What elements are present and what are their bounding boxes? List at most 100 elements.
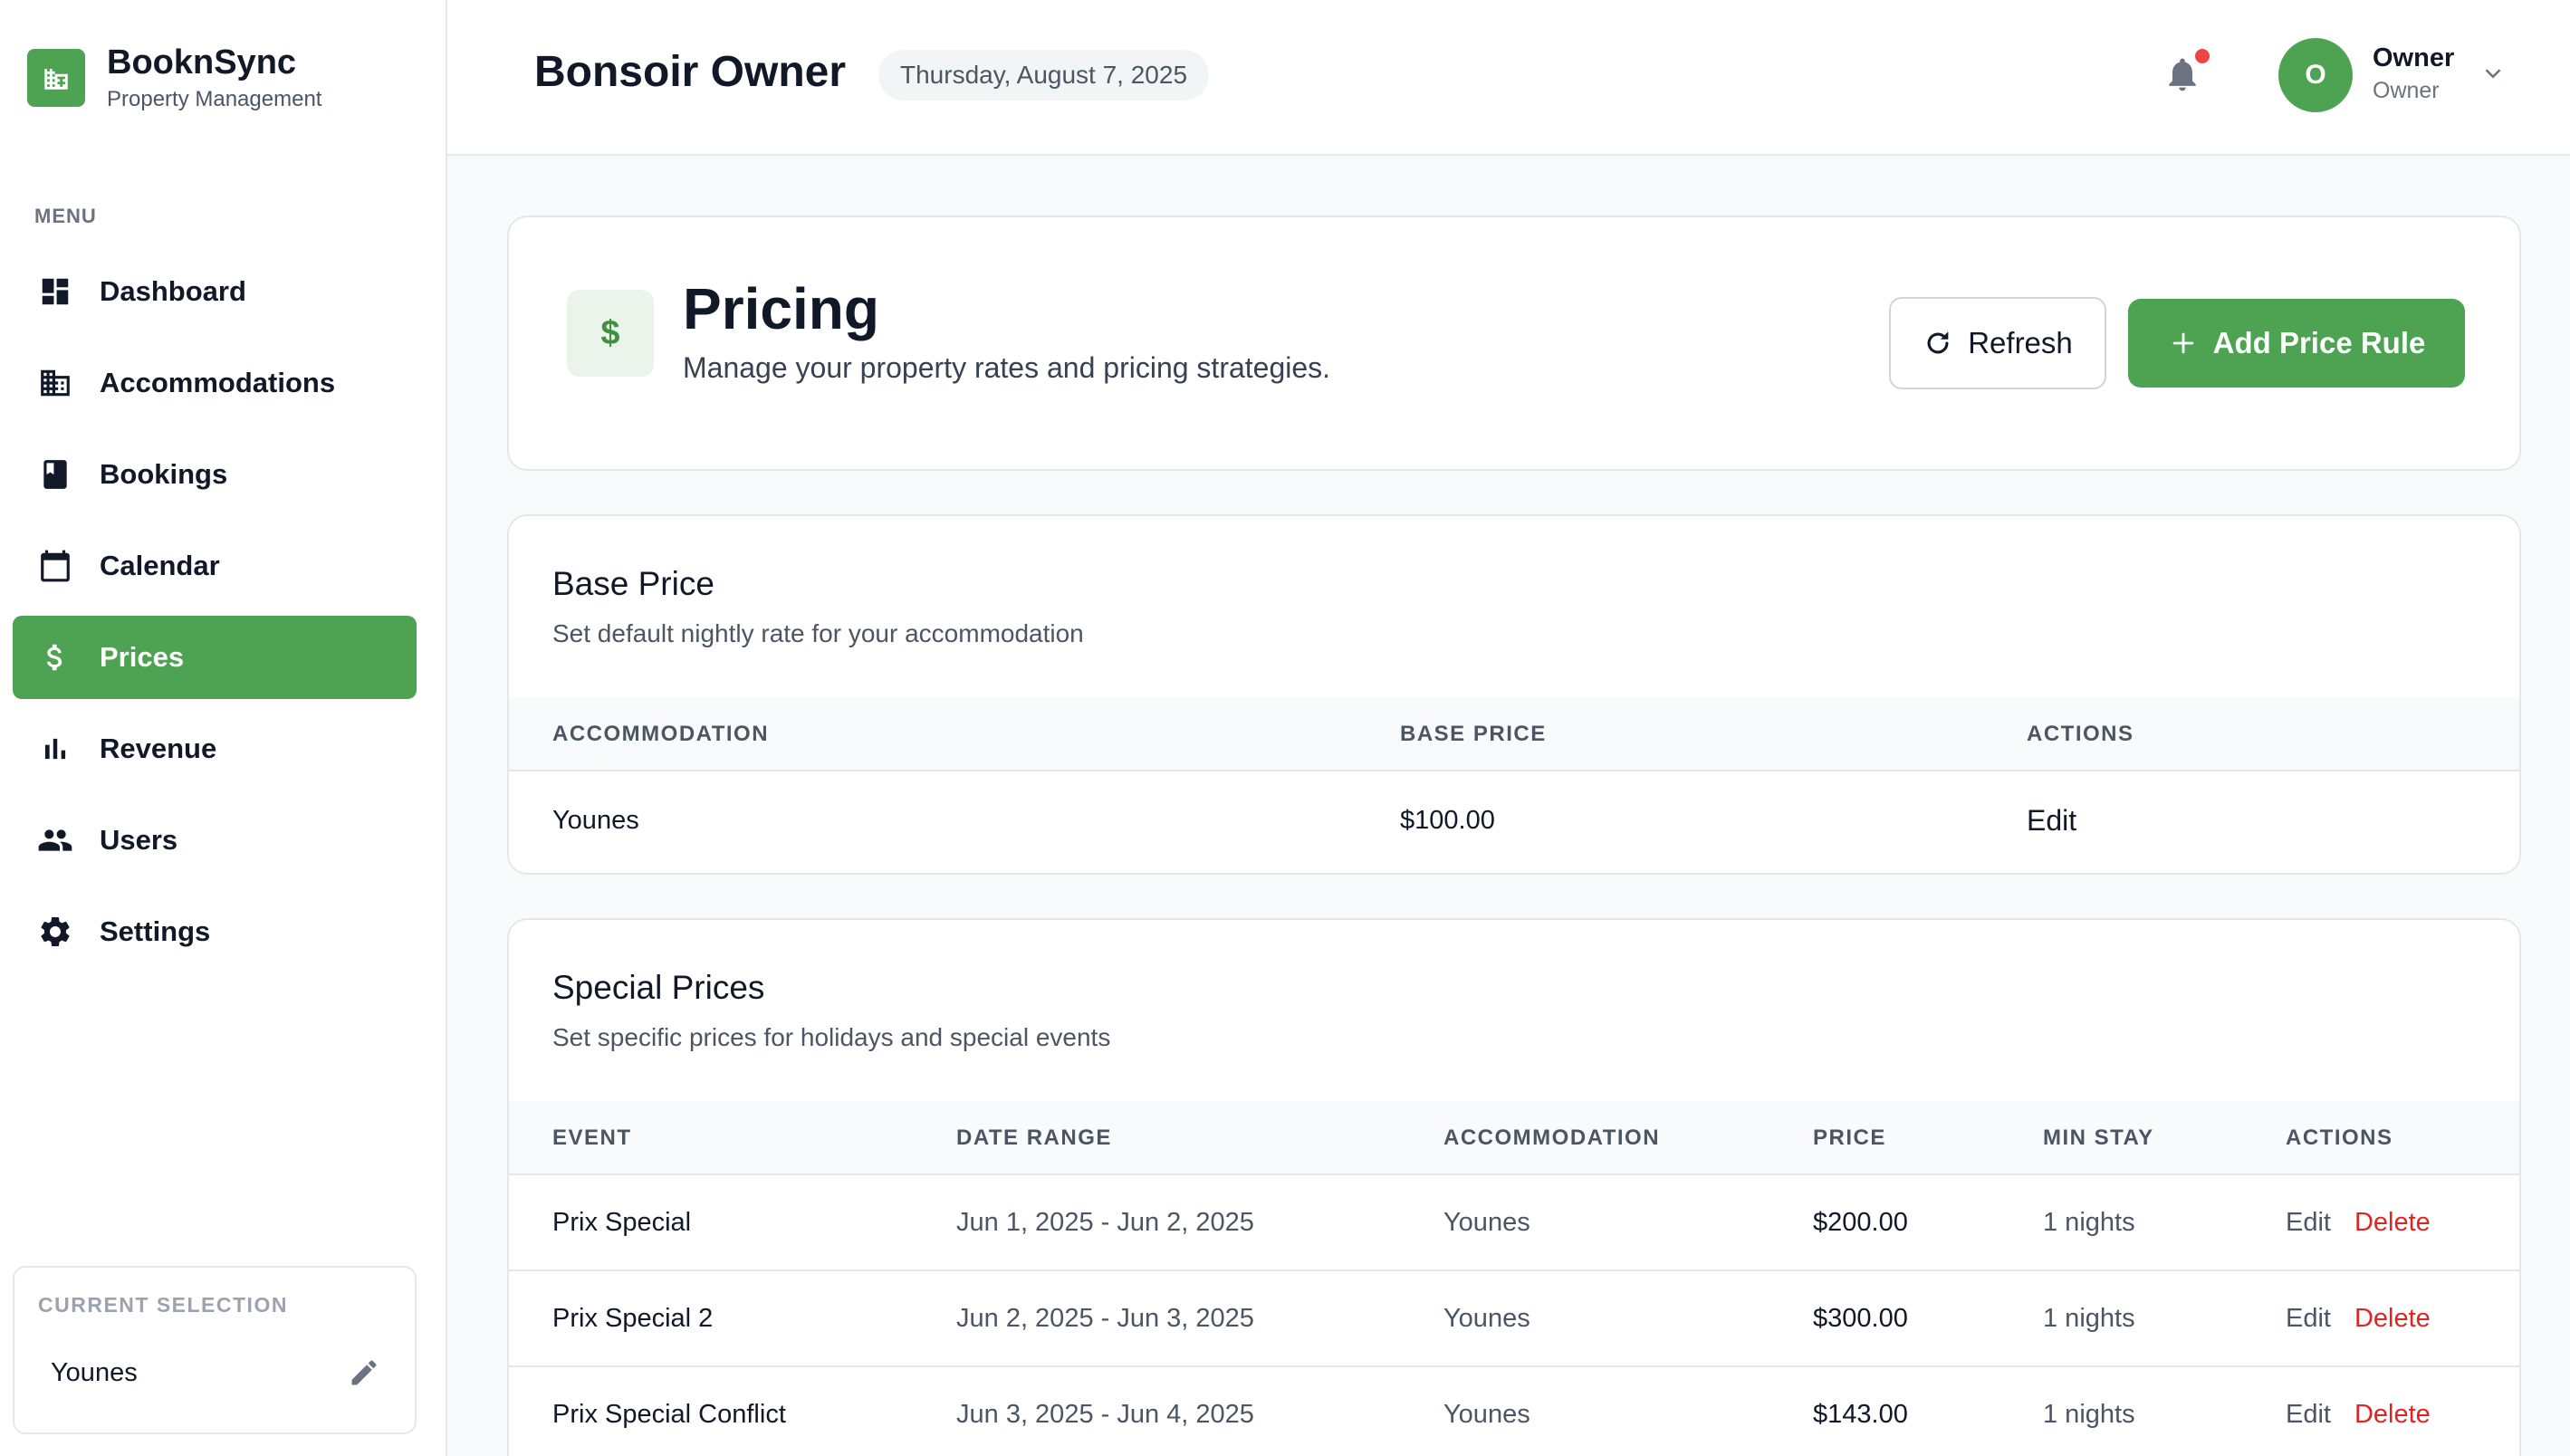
sidebar-item-label: Calendar: [100, 550, 220, 581]
actions-cell: Edit Delete: [2286, 1400, 2431, 1430]
brand[interactable]: BooknSync Property Management: [27, 42, 321, 114]
sidebar-item-accommodations[interactable]: Accommodations: [13, 341, 417, 425]
column-header-base-price: BASE PRICE: [1400, 722, 1547, 746]
date-range-cell: Jun 2, 2025 - Jun 3, 2025: [956, 1304, 1254, 1333]
event-cell: Prix Special: [552, 1208, 692, 1237]
greeting-title: Bonsoir Owner: [534, 48, 847, 96]
column-header-actions: ACTIONS: [2027, 722, 2134, 746]
page-title: Pricing: [683, 276, 879, 341]
event-cell: Prix Special 2: [552, 1304, 714, 1333]
column-header-min-stay: MIN STAY: [2043, 1126, 2154, 1150]
sidebar-item-users[interactable]: Users: [13, 799, 417, 882]
accommodation-cell: Younes: [1443, 1208, 1530, 1237]
actions-cell: Edit Delete: [2286, 1208, 2431, 1238]
column-header-actions: ACTIONS: [2286, 1126, 2393, 1150]
plus-icon: [2168, 328, 2199, 359]
chevron-down-icon[interactable]: [2479, 60, 2507, 87]
current-selection-card: CURRENT SELECTION Younes: [13, 1266, 417, 1434]
sidebar-item-prices[interactable]: Prices: [13, 616, 417, 699]
sidebar-item-label: Accommodations: [100, 367, 336, 398]
column-header-accommodation: ACCOMMODATION: [552, 722, 770, 746]
current-selection-value: Younes: [51, 1358, 138, 1387]
sidebar-item-label: Settings: [100, 915, 211, 947]
column-header-price: PRICE: [1813, 1126, 1886, 1150]
avatar[interactable]: O: [2278, 38, 2353, 112]
user-role: Owner: [2373, 78, 2440, 103]
special-prices-title: Special Prices: [552, 969, 765, 1006]
base-price-table-header: ACCOMMODATION BASE PRICE ACTIONS: [509, 697, 2519, 771]
book-icon: [36, 455, 74, 493]
special-prices-card: Special Prices Set specific prices for h…: [507, 918, 2521, 1456]
date-badge: Thursday, August 7, 2025: [878, 50, 1210, 101]
event-cell: Prix Special Conflict: [552, 1400, 786, 1429]
calendar-icon: [36, 547, 74, 585]
delete-link[interactable]: Delete: [2354, 1208, 2431, 1237]
refresh-button[interactable]: Refresh: [1889, 297, 2106, 389]
sidebar-item-label: Bookings: [100, 458, 228, 490]
table-row: Prix Special Jun 1, 2025 - Jun 2, 2025 Y…: [509, 1175, 2519, 1271]
sidebar-nav: Dashboard Accommodations Bookings Calend…: [13, 250, 417, 982]
sidebar-item-dashboard[interactable]: Dashboard: [13, 250, 417, 333]
refresh-label: Refresh: [1968, 326, 2073, 359]
dollar-icon: [36, 638, 74, 676]
page-subtitle: Manage your property rates and pricing s…: [683, 351, 1331, 384]
min-stay-cell: 1 nights: [2043, 1400, 2135, 1429]
actions-cell: Edit Delete: [2286, 1304, 2431, 1334]
min-stay-cell: 1 nights: [2043, 1304, 2135, 1333]
column-header-event: EVENT: [552, 1126, 632, 1150]
edit-link[interactable]: Edit: [2286, 1304, 2331, 1333]
edit-base-price-link[interactable]: Edit: [2027, 804, 2076, 838]
table-row: Younes $100.00 Edit: [509, 771, 2519, 873]
gear-icon: [36, 913, 74, 951]
price-cell: $143.00: [1813, 1400, 1908, 1429]
price-cell: $300.00: [1813, 1304, 1908, 1333]
special-prices-table-header: EVENT DATE RANGE ACCOMMODATION PRICE MIN…: [509, 1101, 2519, 1175]
current-selection-title: CURRENT SELECTION: [38, 1293, 288, 1317]
edit-link[interactable]: Edit: [2286, 1400, 2331, 1429]
sidebar-item-label: Users: [100, 824, 178, 856]
delete-link[interactable]: Delete: [2354, 1304, 2431, 1333]
refresh-icon: [1923, 328, 1953, 359]
base-price-card: Base Price Set default nightly rate for …: [507, 514, 2521, 875]
pencil-icon[interactable]: [348, 1356, 380, 1389]
accommodation-cell: Younes: [1443, 1304, 1530, 1333]
dashboard-icon: [36, 273, 74, 311]
users-icon: [36, 821, 74, 859]
accommodation-cell: Younes: [1443, 1400, 1530, 1429]
brand-name: BooknSync: [107, 43, 297, 81]
sidebar-item-label: Dashboard: [100, 275, 246, 307]
delete-link[interactable]: Delete: [2354, 1400, 2431, 1429]
table-row: Prix Special Conflict Jun 3, 2025 - Jun …: [509, 1367, 2519, 1456]
brand-subtitle: Property Management: [107, 87, 322, 111]
building-logo-icon: [27, 49, 85, 107]
price-cell: $200.00: [1813, 1208, 1908, 1237]
sidebar: BooknSync Property Management MENU Dashb…: [0, 0, 447, 1456]
notification-dot: [2195, 49, 2210, 63]
special-prices-subtitle: Set specific prices for holidays and spe…: [552, 1023, 1111, 1051]
sidebar-item-calendar[interactable]: Calendar: [13, 524, 417, 608]
date-range-cell: Jun 1, 2025 - Jun 2, 2025: [956, 1208, 1254, 1237]
sidebar-item-label: Revenue: [100, 733, 217, 764]
base-price-title: Base Price: [552, 565, 714, 602]
base-price-cell: $100.00: [1400, 806, 1495, 835]
pricing-header-card: $ Pricing Manage your property rates and…: [507, 216, 2521, 471]
dollar-badge-icon: $: [567, 290, 654, 377]
sidebar-item-label: Prices: [100, 641, 185, 673]
base-price-subtitle: Set default nightly rate for your accomm…: [552, 619, 1084, 647]
sidebar-item-revenue[interactable]: Revenue: [13, 707, 417, 790]
menu-label: MENU: [34, 205, 97, 227]
bar-chart-icon: [36, 730, 74, 768]
accommodation-cell: Younes: [552, 806, 639, 835]
top-header: Bonsoir Owner Thursday, August 7, 2025 O…: [447, 0, 2570, 156]
column-header-date-range: DATE RANGE: [956, 1126, 1112, 1150]
add-price-rule-label: Add Price Rule: [2212, 326, 2426, 359]
add-price-rule-button[interactable]: Add Price Rule: [2128, 299, 2465, 388]
user-name[interactable]: Owner: [2373, 43, 2454, 73]
min-stay-cell: 1 nights: [2043, 1208, 2135, 1237]
sidebar-item-bookings[interactable]: Bookings: [13, 433, 417, 516]
edit-link[interactable]: Edit: [2286, 1208, 2331, 1237]
date-range-cell: Jun 3, 2025 - Jun 4, 2025: [956, 1400, 1254, 1429]
sidebar-item-settings[interactable]: Settings: [13, 890, 417, 973]
building-icon: [36, 364, 74, 402]
table-row: Prix Special 2 Jun 2, 2025 - Jun 3, 2025…: [509, 1271, 2519, 1367]
